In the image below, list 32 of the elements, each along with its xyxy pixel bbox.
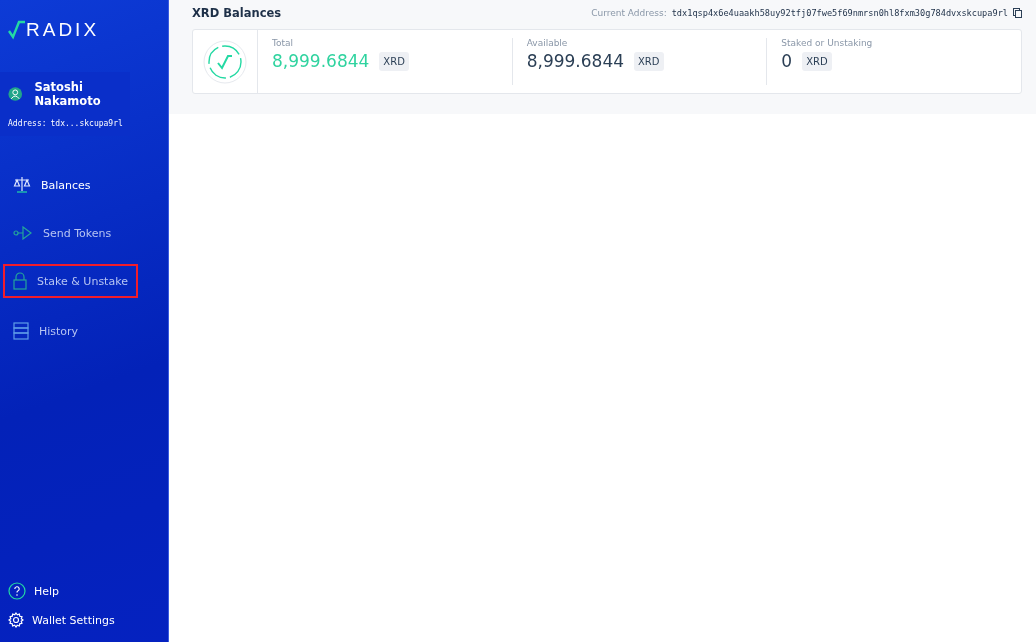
user-name: Satoshi Nakamoto xyxy=(34,80,102,108)
token-unit-tag: XRD xyxy=(634,51,664,71)
balance-amount: 8,999.6844 xyxy=(272,51,370,71)
nav-item[interactable]: Stake & Unstake xyxy=(3,264,138,298)
history-stack-icon xyxy=(13,322,29,340)
sidebar-link[interactable]: Wallet Settings xyxy=(8,612,168,628)
nav-item[interactable]: History xyxy=(3,314,89,348)
lock-icon xyxy=(13,272,27,290)
help-icon xyxy=(8,582,26,600)
address-label: Current Address: xyxy=(591,8,667,18)
user-avatar-icon xyxy=(8,85,23,103)
balance-label: Available xyxy=(526,38,569,48)
copy-icon[interactable] xyxy=(1013,8,1022,18)
balance-label: Total xyxy=(272,38,295,48)
token-unit-tag: XRD xyxy=(379,51,409,71)
scale-icon xyxy=(13,176,31,194)
logo-text: RADIX xyxy=(26,20,100,40)
settings-icon xyxy=(8,612,24,628)
balance-amount: 0 xyxy=(781,51,793,71)
sidebar-link[interactable]: Help xyxy=(8,582,168,600)
nav-item[interactable]: Balances xyxy=(3,168,101,202)
short-address: tdx...skcupa9rl xyxy=(50,118,123,128)
nav-item[interactable]: Send Tokens xyxy=(3,218,122,248)
address-label: Address: xyxy=(8,118,47,128)
current-address: tdx1qsp4x6e4uaakh58uy92tfj07fwe5f69nmrsn0hl8fxm30g784dvxskcupa9rl xyxy=(671,8,1008,18)
checkmark-logo-icon xyxy=(8,20,26,40)
balance-amount: 8,999.6844 xyxy=(526,51,624,71)
section-title: XRD Balances xyxy=(192,6,282,20)
checkmark-badge-icon xyxy=(203,39,247,84)
balance-label: Staked or Unstaking xyxy=(781,38,874,48)
token-unit-tag: XRD xyxy=(802,51,832,71)
send-arrow-icon xyxy=(13,226,33,240)
